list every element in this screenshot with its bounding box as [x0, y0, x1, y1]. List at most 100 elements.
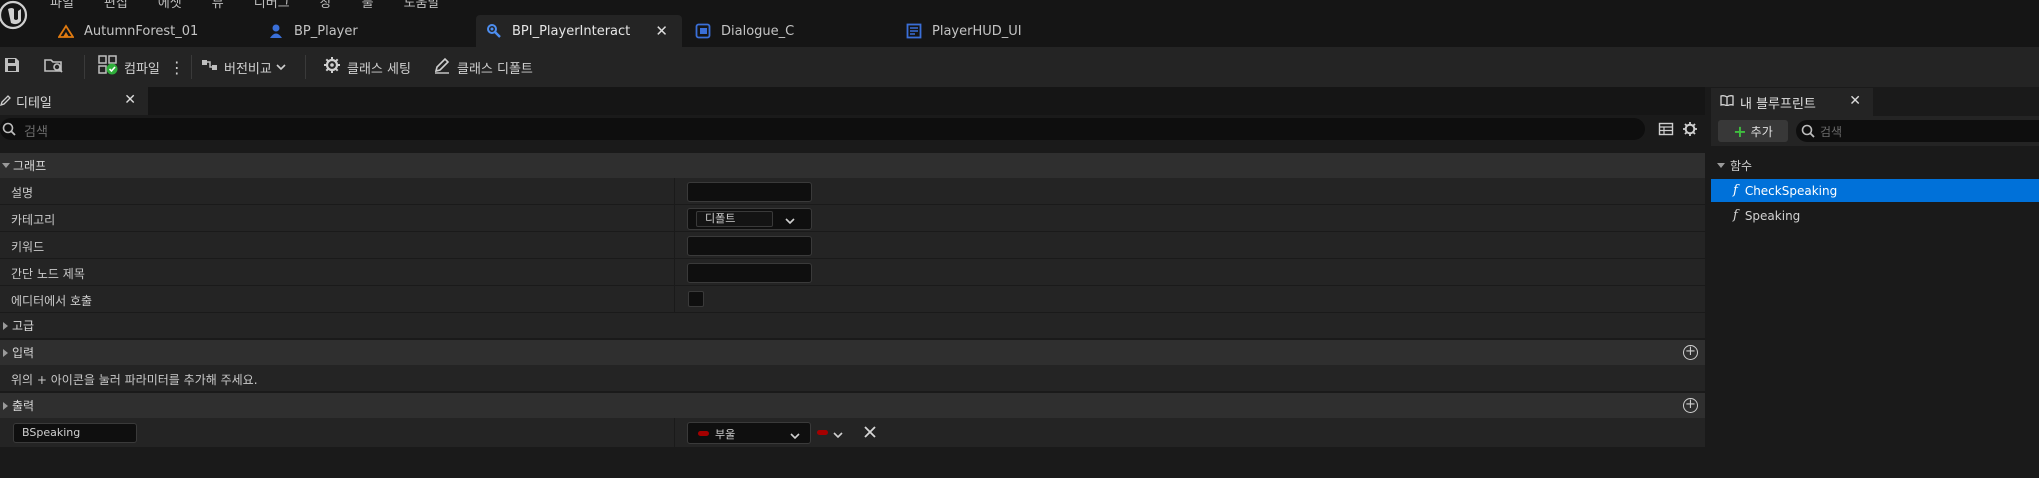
level-icon [57, 23, 75, 39]
menu-item-debug[interactable]: 디버그 [254, 0, 290, 11]
details-panel: 디테일 ✕ 검색 그래프 설명 카테고리 디폴트 키워드 간단 노드 제목 에디… [0, 87, 1705, 478]
section-outputs[interactable]: 출력 + [0, 393, 1705, 418]
property-label: 카테고리 [11, 213, 56, 227]
class-defaults-button[interactable]: 클래스 디폴트 [433, 47, 533, 87]
output-parameter-row: BSpeaking 부울 [0, 418, 1705, 448]
my-blueprint-tab[interactable]: 내 블루프린트 ✕ [1711, 88, 1873, 116]
search-placeholder: 검색 [24, 125, 48, 140]
description-field[interactable] [687, 182, 812, 202]
menu-item-tools[interactable]: 툴 [362, 0, 374, 11]
compile-success-icon [98, 55, 118, 79]
close-icon[interactable]: ✕ [124, 92, 136, 108]
tab-label: PlayerHUD_UI [932, 23, 1022, 39]
tab-bpi-playerinteract[interactable]: BPI_PlayerInteract ✕ [476, 15, 682, 47]
function-name: Speaking [1744, 208, 1801, 223]
section-title: 출력 [12, 399, 35, 413]
my-blueprint-panel: 내 블루프린트 ✕ + 추가 검색 함수 f CheckSpeaking f S… [1705, 87, 2039, 478]
section-inputs[interactable]: 입력 + [0, 340, 1705, 365]
search-icon [2, 122, 16, 139]
section-advanced[interactable]: 고급 [0, 313, 1705, 338]
property-description: 설명 [0, 178, 1705, 205]
close-tab-icon[interactable]: ✕ [655, 22, 668, 40]
function-item-speaking[interactable]: f Speaking [1711, 204, 2039, 227]
compile-options-icon[interactable]: ⋮ [169, 58, 185, 77]
browse-button[interactable] [44, 47, 64, 87]
tab-dialogue-c[interactable]: Dialogue_C [693, 15, 893, 47]
section-title: 입력 [12, 346, 35, 360]
output-type-combobox[interactable]: 부울 [687, 422, 811, 444]
book-icon [1720, 94, 1734, 110]
diff-button[interactable]: 버전비교 [201, 47, 286, 87]
unreal-logo-icon[interactable] [0, 0, 34, 38]
chevron-down-icon [833, 428, 843, 442]
category-combobox[interactable]: 디폴트 [687, 208, 812, 230]
tab-playerhud-ui[interactable]: PlayerHUD_UI [904, 15, 1104, 47]
menu-item-window[interactable]: 창 [320, 0, 332, 11]
settings-gear-icon[interactable] [1682, 121, 1698, 137]
diff-label: 버전비교 [224, 61, 272, 77]
pencil-icon [433, 56, 451, 78]
section-title: 고급 [12, 319, 35, 333]
tab-bp-player[interactable]: BP_Player [258, 15, 458, 47]
function-icon: f [1733, 183, 1738, 198]
tab-label: AutumnForest_01 [84, 23, 199, 39]
output-param-name-field[interactable]: BSpeaking [13, 423, 137, 443]
chevron-down-icon [790, 430, 800, 443]
details-tab-bar: 디테일 ✕ [0, 87, 1705, 115]
search-icon [1801, 124, 1815, 141]
column-divider [674, 259, 675, 286]
class-settings-button[interactable]: 클래스 세팅 [323, 47, 411, 87]
table-view-icon[interactable] [1658, 121, 1674, 137]
widget-blueprint-icon [695, 23, 711, 39]
menu-item-edit[interactable]: 편집 [104, 0, 128, 11]
call-in-editor-checkbox[interactable] [688, 291, 704, 307]
blueprint-toolbar: 컴파일 ⋮ 버전비교 클래스 세팅 클래스 디폴트 [0, 47, 2039, 87]
interface-blueprint-icon [486, 23, 502, 39]
close-icon[interactable]: ✕ [1849, 93, 1861, 109]
add-output-icon[interactable]: + [1683, 398, 1698, 413]
collapsed-arrow-icon [3, 401, 8, 410]
details-search-input[interactable]: 검색 [0, 118, 1645, 140]
toolbar-divider [305, 55, 306, 79]
property-compact-title: 간단 노드 제목 [0, 259, 1705, 286]
remove-parameter-icon[interactable] [863, 425, 877, 442]
tab-label: BP_Player [294, 23, 358, 39]
diff-icon [201, 56, 219, 78]
function-name: CheckSpeaking [1744, 183, 1838, 198]
class-defaults-label: 클래스 디폴트 [457, 61, 533, 77]
plus-icon: + [1733, 121, 1747, 141]
browse-folder-icon [44, 56, 64, 78]
function-item-checkspeaking[interactable]: f CheckSpeaking [1711, 179, 2039, 202]
save-button[interactable] [3, 47, 21, 87]
inputs-hint: 위의 + 아이콘을 눌러 파라미터를 추가해 주세요. [11, 373, 258, 387]
search-placeholder: 검색 [1820, 125, 1843, 139]
menu-item-asset[interactable]: 에셋 [158, 0, 182, 11]
keywords-field[interactable] [687, 236, 812, 256]
functions-category[interactable]: 함수 [1711, 154, 2039, 176]
menu-item-file[interactable]: 파일 [50, 0, 74, 11]
section-title: 그래프 [13, 159, 47, 173]
container-type-dropdown[interactable] [815, 426, 845, 440]
my-blueprint-tab-label: 내 블루프린트 [1740, 96, 1816, 112]
title-bar: 파일 편집 에셋 뷰 디버그 창 툴 도움말 AutumnForest_01 B… [0, 0, 2039, 47]
menu-item-help[interactable]: 도움말 [404, 0, 440, 11]
column-divider [674, 205, 675, 232]
my-blueprint-search-input[interactable]: 검색 [1796, 120, 2039, 142]
class-settings-label: 클래스 세팅 [347, 61, 411, 77]
compile-button[interactable]: 컴파일 ⋮ [98, 47, 185, 87]
category-label: 함수 [1730, 158, 1753, 173]
category-value[interactable]: 디폴트 [696, 211, 773, 227]
add-button[interactable]: + 추가 [1718, 120, 1788, 142]
compact-title-field[interactable] [687, 263, 812, 283]
bool-pin-icon [698, 431, 709, 436]
property-label: 간단 노드 제목 [11, 267, 85, 281]
property-keywords: 키워드 [0, 232, 1705, 259]
menu-item-view[interactable]: 뷰 [212, 0, 224, 11]
section-graph[interactable]: 그래프 [0, 153, 1705, 178]
add-input-icon[interactable]: + [1683, 345, 1698, 360]
details-tab[interactable]: 디테일 ✕ [0, 87, 148, 115]
property-category: 카테고리 디폴트 [0, 205, 1705, 232]
property-label: 설명 [11, 186, 34, 200]
tab-autumnforest[interactable]: AutumnForest_01 [48, 15, 248, 47]
my-blueprint-toolbar: + 추가 검색 [1711, 116, 2039, 146]
